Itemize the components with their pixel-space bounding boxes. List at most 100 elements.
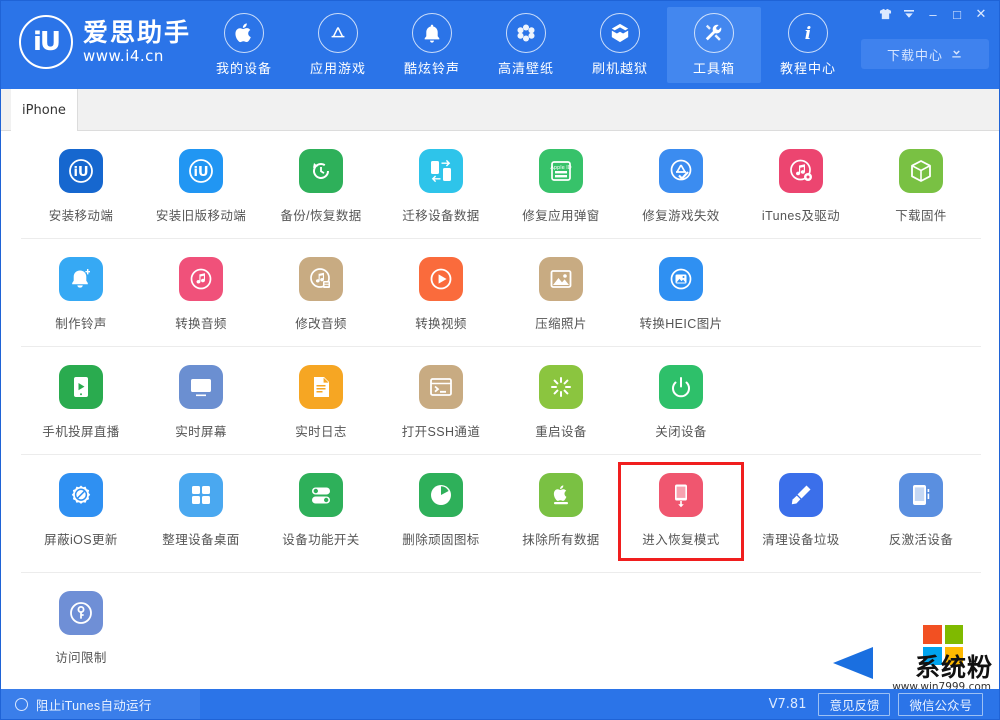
download-icon <box>950 46 963 62</box>
tool-reboot-device[interactable]: 重启设备 <box>501 365 621 440</box>
block-itunes-toggle[interactable]: 阻止iTunes自动运行 <box>1 689 200 719</box>
tool-convert-heic[interactable]: 转换HEIC图片 <box>621 257 741 332</box>
organize-desktop-icon <box>179 473 223 517</box>
tool-live-screen[interactable]: 实时屏幕 <box>141 365 261 440</box>
tool-label: 关闭设备 <box>655 425 707 439</box>
firmware-box-icon <box>899 149 943 193</box>
nav-label: 教程中心 <box>779 61 836 76</box>
minimize-icon[interactable]: – <box>921 3 945 25</box>
tool-label: 打开SSH通道 <box>401 425 481 439</box>
status-bar: 阻止iTunes自动运行 V7.81 意见反馈 微信公众号 <box>1 689 999 719</box>
tool-open-ssh[interactable]: 打开SSH通道 <box>381 365 501 440</box>
tool-label: 实时屏幕 <box>175 425 227 439</box>
tool-label: 修复游戏失效 <box>642 209 720 223</box>
erase-all-icon <box>539 473 583 517</box>
close-icon[interactable]: ✕ <box>969 3 993 25</box>
i4-app-old-icon: iU <box>179 149 223 193</box>
tool-live-log[interactable]: 实时日志 <box>261 365 381 440</box>
toolbox-row: 屏蔽iOS更新 整理设备桌面 设备功能开关 删除顽固图标 抹除所有数据 进入恢复… <box>21 455 981 573</box>
tool-screen-cast[interactable]: 手机投屏直播 <box>21 365 141 440</box>
tool-power-off-device[interactable]: 关闭设备 <box>621 365 741 440</box>
nav-item-ringtones[interactable]: 酷炫铃声 <box>385 7 479 83</box>
i4-app-icon: iU <box>59 149 103 193</box>
tool-fix-game[interactable]: 修复游戏失效 <box>621 149 741 224</box>
tool-convert-audio[interactable]: 转换音频 <box>141 257 261 332</box>
convert-audio-icon <box>179 257 223 301</box>
svg-text:Apple ID: Apple ID <box>550 165 571 171</box>
nav-item-tutorials[interactable]: i 教程中心 <box>761 7 855 83</box>
tool-label: 下载固件 <box>895 209 947 223</box>
wechat-official-button[interactable]: 微信公众号 <box>898 692 983 716</box>
reboot-icon <box>539 365 583 409</box>
svg-text:iU: iU <box>193 165 208 180</box>
nav-item-toolbox[interactable]: 工具箱 <box>667 7 761 83</box>
tab-iphone[interactable]: iPhone <box>11 89 78 131</box>
nav-label: 我的设备 <box>215 61 272 76</box>
nav-label: 酷炫铃声 <box>403 61 460 76</box>
download-center-button[interactable]: 下载中心 <box>861 39 989 69</box>
maximize-icon[interactable]: □ <box>945 3 969 25</box>
tool-label: 转换HEIC图片 <box>639 317 723 331</box>
tool-feature-toggle[interactable]: 设备功能开关 <box>261 473 381 558</box>
menu-dropdown-icon[interactable] <box>897 3 921 25</box>
nav-item-flash-jailbreak[interactable]: 刷机越狱 <box>573 7 667 83</box>
block-ios-update-icon <box>59 473 103 517</box>
tool-fix-app-popup[interactable]: Apple ID 修复应用弹窗 <box>501 149 621 224</box>
nav-item-wallpapers[interactable]: 高清壁纸 <box>479 7 573 83</box>
tool-convert-video[interactable]: 转换视频 <box>381 257 501 332</box>
main-nav: 我的设备 应用游戏 酷炫铃声 高清壁纸 刷机越狱 工具箱 i 教程中心 <box>197 7 855 83</box>
tool-block-ios-update[interactable]: 屏蔽iOS更新 <box>21 473 141 558</box>
bell-icon <box>412 13 452 53</box>
block-itunes-label: 阻止iTunes自动运行 <box>36 698 152 713</box>
tool-organize-desktop[interactable]: 整理设备桌面 <box>141 473 261 558</box>
tool-backup-restore[interactable]: 备份/恢复数据 <box>261 149 381 224</box>
brand-name: 爱思助手 <box>83 19 192 47</box>
tool-make-ringtone[interactable]: 制作铃声 <box>21 257 141 332</box>
tools-icon <box>694 13 734 53</box>
tool-install-legacy-mobile[interactable]: iU 安装旧版移动端 <box>141 149 261 224</box>
svg-text:iU: iU <box>73 165 88 180</box>
tool-label: 实时日志 <box>295 425 347 439</box>
access-restriction-icon <box>59 591 103 635</box>
edit-audio-icon <box>299 257 343 301</box>
tool-edit-audio[interactable]: 修改音频 <box>261 257 381 332</box>
feedback-button[interactable]: 意见反馈 <box>818 692 891 716</box>
tool-delete-stuck-icon[interactable]: 删除顽固图标 <box>381 473 501 558</box>
tool-download-firmware[interactable]: 下载固件 <box>861 149 981 224</box>
tool-access-restriction[interactable]: 访问限制 <box>21 591 141 666</box>
tool-label: 压缩照片 <box>535 317 587 331</box>
tab-label: iPhone <box>22 102 66 118</box>
svg-text:i: i <box>805 24 811 44</box>
nav-item-apps-games[interactable]: 应用游戏 <box>291 7 385 83</box>
apple-icon <box>224 13 264 53</box>
tool-label: 删除顽固图标 <box>402 533 480 547</box>
live-log-icon <box>299 365 343 409</box>
brand-url: www.i4.cn <box>83 47 164 65</box>
tool-erase-all-data[interactable]: 抹除所有数据 <box>501 473 621 558</box>
tool-migrate-data[interactable]: 迁移设备数据 <box>381 149 501 224</box>
download-center-label: 下载中心 <box>886 47 943 63</box>
nav-item-my-device[interactable]: 我的设备 <box>197 7 291 83</box>
ssh-terminal-icon <box>419 365 463 409</box>
tool-itunes-driver[interactable]: iTunes及驱动 <box>741 149 861 224</box>
tool-install-mobile[interactable]: iU 安装移动端 <box>21 149 141 224</box>
skin-icon[interactable] <box>873 3 897 25</box>
status-bar-right: V7.81 意见反馈 微信公众号 <box>768 692 999 716</box>
logo-mark: iU <box>32 27 61 57</box>
power-off-icon <box>659 365 703 409</box>
app-header: iU 爱思助手 www.i4.cn 我的设备 应用游戏 酷炫铃声 高清壁纸 刷机… <box>1 1 999 89</box>
tool-clean-junk[interactable]: 清理设备垃圾 <box>741 473 861 558</box>
tool-deactivate-device[interactable]: 反激活设备 <box>861 473 981 558</box>
nav-label: 应用游戏 <box>309 61 366 76</box>
window-controls: – □ ✕ <box>873 3 993 25</box>
itunes-driver-icon <box>779 149 823 193</box>
tool-label: 制作铃声 <box>55 317 107 331</box>
backup-restore-icon <box>299 149 343 193</box>
appstore-icon <box>318 13 358 53</box>
tool-compress-photo[interactable]: 压缩照片 <box>501 257 621 332</box>
version-label: V7.81 <box>768 696 807 712</box>
screen-cast-icon <box>59 365 103 409</box>
tool-label: 访问限制 <box>55 651 107 665</box>
nav-label: 工具箱 <box>692 61 735 76</box>
tool-recovery-mode[interactable]: 进入恢复模式 <box>618 462 744 561</box>
